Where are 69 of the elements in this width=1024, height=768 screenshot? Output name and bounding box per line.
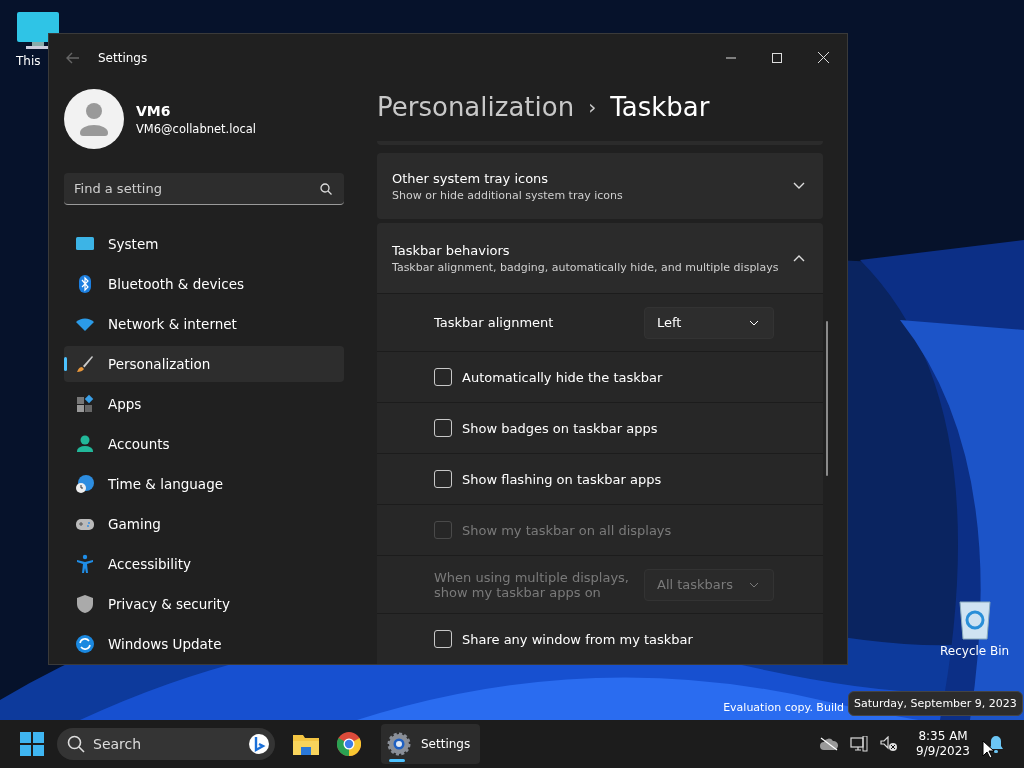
nav-item[interactable]: Bluetooth & devices bbox=[64, 266, 344, 302]
taskbar-search-field[interactable]: Search bbox=[57, 728, 275, 760]
avatar-icon[interactable] bbox=[64, 89, 124, 149]
apps-icon bbox=[75, 394, 95, 414]
bing-icon[interactable] bbox=[248, 733, 270, 755]
mouse-cursor-icon bbox=[982, 740, 994, 759]
accessibility-icon bbox=[75, 554, 95, 574]
dropdown[interactable]: Left bbox=[644, 306, 774, 339]
breadcrumb-separator: › bbox=[588, 94, 597, 119]
settings-card[interactable]: Taskbar behaviors Taskbar alignment, badging, automatically hide, and multiple displays bbox=[377, 223, 823, 293]
globe-clock-icon bbox=[75, 474, 95, 494]
person-icon bbox=[75, 434, 95, 454]
chevron-up-icon[interactable] bbox=[793, 254, 805, 262]
nav-item[interactable]: Network & internet bbox=[64, 306, 344, 342]
nav-item[interactable]: System bbox=[64, 226, 344, 262]
nav-item[interactable]: Accounts bbox=[64, 426, 344, 462]
checkbox-label: Automatically hide the taskbar bbox=[462, 369, 664, 385]
nav-item[interactable]: Windows Update bbox=[64, 626, 344, 662]
date-tooltip: Saturday, September 9, 2023 bbox=[848, 691, 1023, 716]
page-title: Taskbar bbox=[610, 91, 710, 122]
maximize-icon[interactable] bbox=[772, 52, 782, 63]
recycle-bin-icon[interactable] bbox=[956, 598, 993, 640]
checkbox-label: Show my taskbar on all displays bbox=[462, 522, 673, 538]
scrollbar-thumb[interactable] bbox=[826, 321, 828, 476]
user-email: VM6@collabnet.local bbox=[136, 121, 257, 136]
speaker-muted-icon[interactable] bbox=[880, 736, 899, 752]
nav-item[interactable]: Gaming bbox=[64, 506, 344, 542]
close-icon[interactable] bbox=[818, 52, 829, 63]
chevron-down-icon bbox=[749, 319, 759, 326]
checkbox-label: Show flashing on taskbar apps bbox=[462, 471, 663, 487]
checkbox-label: Share any window from my taskbar bbox=[462, 631, 694, 647]
sync-icon bbox=[75, 634, 95, 654]
network-icon[interactable] bbox=[850, 736, 869, 752]
search-icon bbox=[67, 735, 85, 753]
user-name: VM6 bbox=[136, 102, 172, 119]
nav-item[interactable]: Privacy & security bbox=[64, 586, 344, 622]
browser-icon[interactable] bbox=[337, 732, 361, 756]
paintbrush-icon bbox=[75, 354, 95, 374]
taskbar-app-button[interactable]: Settings bbox=[381, 724, 481, 764]
card-description: Show or hide additional system tray icons bbox=[392, 188, 624, 202]
nav-item[interactable]: Apps bbox=[64, 386, 344, 422]
evaluation-watermark-text: Evaluation copy. Build bbox=[723, 701, 844, 714]
back-arrow-icon[interactable] bbox=[66, 51, 80, 64]
desktop-icon-label[interactable]: Recycle Bin bbox=[940, 644, 1010, 658]
breadcrumb-parent[interactable]: Personalization bbox=[377, 91, 575, 122]
window-title: Settings bbox=[98, 50, 148, 65]
card-description: Taskbar alignment, badging, automatically hide, and multiple displays bbox=[392, 260, 780, 274]
monitor-icon[interactable] bbox=[16, 12, 60, 50]
desktop-icon-label[interactable]: This bbox=[16, 54, 41, 68]
bell-icon[interactable] bbox=[988, 735, 1004, 753]
chevron-down-icon[interactable] bbox=[793, 182, 805, 190]
settings-card[interactable]: Other system tray icons Show or hide additional system tray icons bbox=[377, 153, 823, 219]
nav-item[interactable]: Time & language bbox=[64, 466, 344, 502]
cloud-off-icon[interactable] bbox=[820, 737, 839, 751]
clock-button[interactable]: 8:35 AM 9/9/2023 bbox=[910, 729, 976, 759]
checkbox-label: Show badges on taskbar apps bbox=[462, 420, 659, 436]
gear-icon bbox=[387, 732, 411, 756]
nav-item[interactable]: Accessibility bbox=[64, 546, 344, 582]
start-icon[interactable] bbox=[20, 732, 44, 756]
nav-item[interactable]: Personalization bbox=[64, 346, 344, 382]
setting-label: When using multiple displays, show my taskbar apps on bbox=[434, 569, 630, 600]
card-title: Other system tray icons bbox=[392, 170, 550, 186]
chevron-down-icon bbox=[749, 581, 759, 588]
setting-label: Taskbar alignment bbox=[434, 315, 555, 330]
search-icon[interactable] bbox=[320, 183, 332, 195]
settings-search-field[interactable]: Find a setting bbox=[64, 173, 344, 205]
folder-icon[interactable] bbox=[293, 733, 319, 755]
shield-icon bbox=[75, 594, 95, 614]
card-title: Taskbar behaviors bbox=[392, 242, 511, 258]
